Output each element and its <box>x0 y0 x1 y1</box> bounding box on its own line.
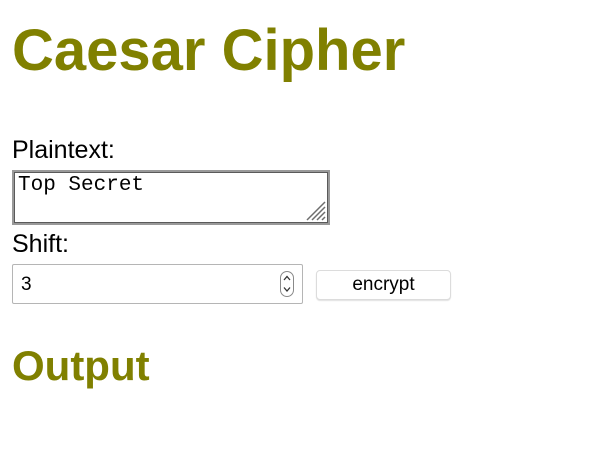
chevron-up-icon[interactable] <box>281 272 293 284</box>
shift-stepper[interactable] <box>280 271 294 297</box>
plaintext-label: Plaintext: <box>12 136 115 164</box>
plaintext-field[interactable] <box>12 170 330 225</box>
output-heading: Output <box>12 342 150 389</box>
encrypt-button[interactable]: encrypt <box>316 270 451 300</box>
resize-grip-icon[interactable] <box>303 198 327 222</box>
plaintext-input[interactable] <box>16 174 326 221</box>
chevron-down-icon[interactable] <box>281 284 293 296</box>
page-title: Caesar Cipher <box>12 18 406 83</box>
shift-input[interactable] <box>21 272 271 298</box>
shift-field[interactable] <box>12 264 303 304</box>
shift-label: Shift: <box>12 230 69 258</box>
